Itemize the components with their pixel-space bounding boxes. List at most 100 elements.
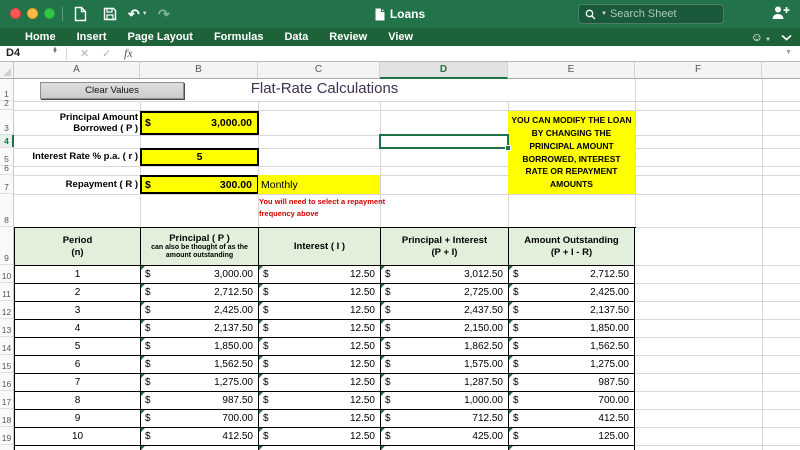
row-header-17[interactable]: 17: [0, 391, 13, 409]
column-header-e[interactable]: E: [508, 62, 635, 78]
row-header-3[interactable]: 3: [0, 110, 13, 135]
cell-period[interactable]: 5: [15, 338, 141, 356]
repayment-frequency-cell[interactable]: Monthly: [258, 175, 380, 194]
cell-amount-outstanding[interactable]: $2,712.50: [509, 266, 635, 284]
row-header-10[interactable]: 10: [0, 265, 13, 283]
name-box[interactable]: D4: [6, 47, 20, 59]
cell-partial[interactable]: [509, 446, 635, 450]
cell-partial[interactable]: [381, 446, 509, 450]
zoom-window-button[interactable]: [44, 8, 55, 19]
column-header-c[interactable]: C: [258, 62, 380, 78]
cell-principal[interactable]: $2,137.50: [141, 320, 259, 338]
cell-principal-plus-interest[interactable]: $1,575.00: [381, 356, 509, 374]
tab-formulas[interactable]: Formulas: [214, 31, 264, 43]
table-header-cell[interactable]: Period (n): [15, 228, 141, 266]
row-header-6[interactable]: 6: [0, 163, 13, 175]
row-header-13[interactable]: 13: [0, 319, 13, 337]
cell-principal[interactable]: $1,562.50: [141, 356, 259, 374]
table-header-cell[interactable]: Principal + Interest (P + I): [381, 228, 509, 266]
selected-cell-d4[interactable]: [379, 134, 511, 151]
search-sheet-input[interactable]: ▼ Search Sheet: [578, 4, 724, 24]
column-header-b[interactable]: B: [140, 62, 258, 78]
column-header-a[interactable]: A: [14, 62, 140, 78]
row-header-2[interactable]: 2: [0, 98, 13, 110]
tab-insert[interactable]: Insert: [77, 31, 107, 43]
tab-home[interactable]: Home: [25, 31, 56, 43]
cell-interest[interactable]: $12.50: [259, 392, 381, 410]
row-header-16[interactable]: 16: [0, 373, 13, 391]
cancel-entry-button[interactable]: ✕: [80, 47, 89, 60]
tab-view[interactable]: View: [388, 31, 413, 43]
row-header-7[interactable]: 7: [0, 175, 13, 194]
cell-principal[interactable]: $1,275.00: [141, 374, 259, 392]
interest-rate-label[interactable]: Interest Rate % p.a. ( r ): [14, 148, 138, 166]
minimize-window-button[interactable]: [27, 8, 38, 19]
tab-review[interactable]: Review: [329, 31, 367, 43]
cell-principal[interactable]: $412.50: [141, 428, 259, 446]
row-header-9[interactable]: 9: [0, 227, 13, 265]
row-header-19[interactable]: 19: [0, 427, 13, 445]
new-workbook-button[interactable]: [74, 5, 87, 23]
cell-period[interactable]: 10: [15, 428, 141, 446]
search-scope-caret-icon[interactable]: ▼: [601, 11, 607, 17]
interest-rate-input-cell[interactable]: 5: [140, 148, 259, 166]
cell-principal[interactable]: $2,712.50: [141, 284, 259, 302]
cell-amount-outstanding[interactable]: $1,850.00: [509, 320, 635, 338]
formula-bar[interactable]: D4 ▲ ▼ ✕ ✓ fx ▼: [0, 46, 800, 62]
clear-values-button[interactable]: Clear Values: [40, 82, 184, 99]
cell-interest[interactable]: $12.50: [259, 320, 381, 338]
undo-dropdown-caret-icon[interactable]: ▼: [142, 11, 148, 17]
cell-principal[interactable]: $1,850.00: [141, 338, 259, 356]
select-all-corner[interactable]: [0, 62, 14, 78]
table-header-cell[interactable]: Principal ( P ) can also be thought of as…: [141, 228, 259, 266]
row-header-11[interactable]: 11: [0, 283, 13, 301]
cell-interest[interactable]: $12.50: [259, 428, 381, 446]
tab-page-layout[interactable]: Page Layout: [128, 31, 193, 43]
redo-button[interactable]: ↷: [158, 5, 170, 23]
cell-amount-outstanding[interactable]: $1,275.00: [509, 356, 635, 374]
cell-principal-plus-interest[interactable]: $1,000.00: [381, 392, 509, 410]
cell-period[interactable]: 6: [15, 356, 141, 374]
table-header-cell[interactable]: Interest ( I ): [259, 228, 381, 266]
cell-interest[interactable]: $12.50: [259, 302, 381, 320]
undo-button[interactable]: ↶ ▼: [128, 5, 148, 23]
cell-interest[interactable]: $12.50: [259, 266, 381, 284]
row-header-8[interactable]: 8: [0, 194, 13, 227]
cell-principal-plus-interest[interactable]: $2,437.50: [381, 302, 509, 320]
cell-period[interactable]: 8: [15, 392, 141, 410]
accept-entry-button[interactable]: ✓: [102, 47, 111, 60]
name-box-stepper[interactable]: ▲ ▼: [52, 46, 58, 55]
cell-interest[interactable]: $12.50: [259, 374, 381, 392]
cell-amount-outstanding[interactable]: $412.50: [509, 410, 635, 428]
cell-period[interactable]: 2: [15, 284, 141, 302]
cell-amount-outstanding[interactable]: $2,137.50: [509, 302, 635, 320]
cell-principal-plus-interest[interactable]: $1,862.50: [381, 338, 509, 356]
cell-amount-outstanding[interactable]: $125.00: [509, 428, 635, 446]
cell-interest[interactable]: $12.50: [259, 338, 381, 356]
principal-input-cell[interactable]: $ 3,000.00: [140, 111, 259, 135]
tab-data[interactable]: Data: [284, 31, 308, 43]
row-header-4[interactable]: 4: [0, 135, 14, 148]
column-header-d[interactable]: D: [380, 62, 508, 79]
cell-amount-outstanding[interactable]: $2,425.00: [509, 284, 635, 302]
principal-label[interactable]: Principal Amount Borrowed ( P ): [14, 111, 138, 135]
cell-amount-outstanding[interactable]: $987.50: [509, 374, 635, 392]
insert-function-button[interactable]: fx: [124, 46, 133, 61]
cell-interest[interactable]: $12.50: [259, 410, 381, 428]
formula-bar-expand-caret-icon[interactable]: ▼: [785, 49, 792, 56]
row-header-18[interactable]: 18: [0, 409, 13, 427]
repayment-label[interactable]: Repayment ( R ): [14, 175, 138, 194]
share-button[interactable]: [771, 5, 790, 25]
cell-principal-plus-interest[interactable]: $2,725.00: [381, 284, 509, 302]
cell-period[interactable]: 7: [15, 374, 141, 392]
close-window-button[interactable]: [10, 8, 21, 19]
repayment-input-cell[interactable]: $ 300.00: [140, 175, 259, 194]
cell-principal-plus-interest[interactable]: $3,012.50: [381, 266, 509, 284]
cell-principal-plus-interest[interactable]: $712.50: [381, 410, 509, 428]
cell-principal[interactable]: $987.50: [141, 392, 259, 410]
cell-interest[interactable]: $12.50: [259, 356, 381, 374]
cell-partial[interactable]: [259, 446, 381, 450]
cell-interest[interactable]: $12.50: [259, 284, 381, 302]
cell-amount-outstanding[interactable]: $700.00: [509, 392, 635, 410]
cell-period[interactable]: 4: [15, 320, 141, 338]
